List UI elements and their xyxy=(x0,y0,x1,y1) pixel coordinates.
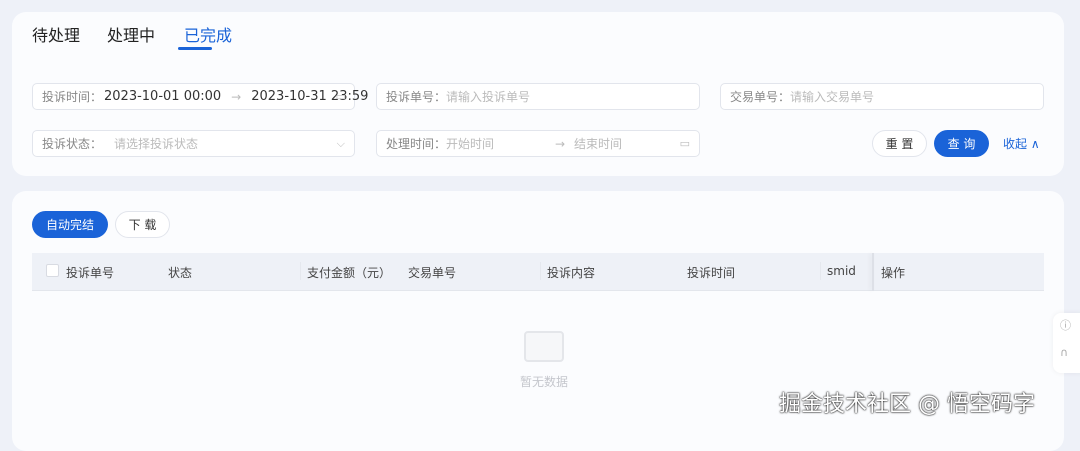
floating-toolbar: ⓘ ∩ xyxy=(1053,313,1080,373)
watermark: 掘金技术社区 @ 悟空码字 xyxy=(779,392,1035,417)
calendar-icon: ▭ xyxy=(335,90,346,103)
complaint-no-field[interactable]: 投诉单号： 请输入投诉单号 xyxy=(376,83,700,110)
query-button[interactable]: 查 询 xyxy=(934,130,989,157)
tab-processing[interactable]: 处理中 xyxy=(107,22,155,46)
calendar-icon: ▭ xyxy=(679,137,690,150)
col-amount: 支付金额（元） xyxy=(307,266,392,280)
select-all-checkbox[interactable] xyxy=(46,264,59,277)
tab-active-indicator xyxy=(178,47,212,50)
status-select[interactable]: 投诉状态： 请选择投诉状态 ⌵ xyxy=(32,130,355,157)
help-icon[interactable]: ⓘ xyxy=(1060,317,1071,333)
chevron-up-icon: ∧ xyxy=(1030,137,1040,151)
col-content: 投诉内容 xyxy=(547,266,596,280)
col-complaint-no: 投诉单号 xyxy=(66,266,115,280)
col-actions: 操作 xyxy=(881,266,906,280)
col-time: 投诉时间 xyxy=(687,266,736,280)
col-smid: smid xyxy=(827,264,856,278)
empty-text: 暂无数据 xyxy=(520,375,569,389)
headset-icon[interactable]: ∩ xyxy=(1060,346,1068,359)
reset-button[interactable]: 重 置 xyxy=(872,130,927,157)
auto-complete-button[interactable]: 自动完结 xyxy=(32,211,108,238)
trade-no-field[interactable]: 交易单号： 请输入交易单号 xyxy=(720,83,1044,110)
col-status: 状态 xyxy=(168,266,193,280)
chevron-down-icon: ⌵ xyxy=(336,136,345,150)
tab-completed[interactable]: 已完成 xyxy=(184,22,232,46)
handle-time-range[interactable]: 处理时间： 开始时间 → 结束时间 ▭ xyxy=(376,130,700,157)
download-button[interactable]: 下 载 xyxy=(115,211,170,238)
collapse-button[interactable]: 收起 ∧ xyxy=(1003,135,1040,152)
col-trade-no: 交易单号 xyxy=(408,266,457,280)
complaint-time-range[interactable]: 投诉时间： 2023-10-01 00:00 → 2023-10-31 23:5… xyxy=(32,83,368,110)
empty-inbox-icon xyxy=(524,331,564,362)
tab-pending[interactable]: 待处理 xyxy=(32,22,80,46)
